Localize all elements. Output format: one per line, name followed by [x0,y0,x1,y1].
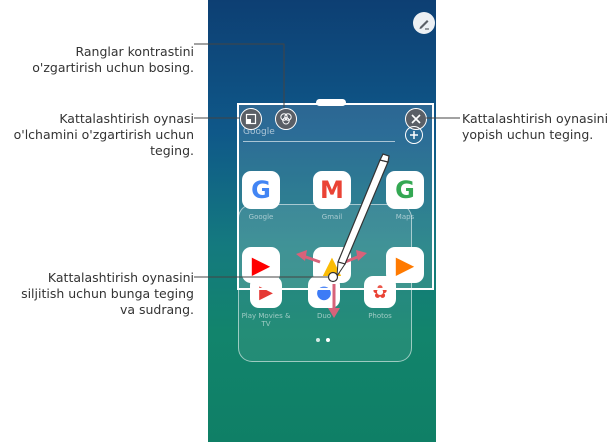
touch-point [327,271,339,283]
leader-line-contrast [194,43,285,108]
stylus-icon [336,153,390,278]
annotation-overlay [194,43,460,318]
move-arrows-icon [296,250,367,318]
